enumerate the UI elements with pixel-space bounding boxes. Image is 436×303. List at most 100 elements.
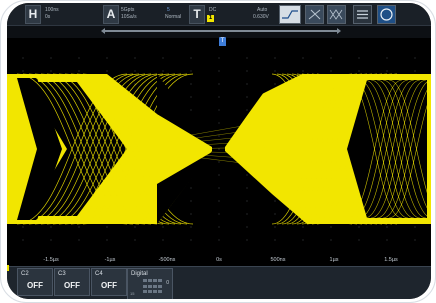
trigger-mode-value: Auto	[257, 7, 268, 13]
time-tick-label: 1µs	[329, 257, 339, 263]
grid-dot	[162, 239, 164, 241]
channel-c2-name: C2	[21, 271, 29, 277]
grid-dot	[190, 83, 192, 85]
grid-dot	[190, 57, 192, 59]
horizontal-scale-value: 100ns	[45, 7, 59, 13]
grid-dot	[302, 57, 304, 59]
menu-list-icon[interactable]	[353, 5, 372, 24]
grid-dot	[134, 226, 136, 228]
grid-dot	[386, 57, 388, 59]
grid-dot	[78, 239, 80, 241]
grid-dot	[106, 226, 108, 228]
waveform-display[interactable]	[7, 46, 431, 254]
grid-dot	[302, 239, 304, 241]
grid-dot	[218, 109, 220, 111]
grid-dot	[386, 226, 388, 228]
grid-dot	[78, 57, 80, 59]
channel1-indicator	[7, 265, 9, 271]
channel-c2-state: OFF	[27, 281, 43, 290]
grid-dot	[274, 200, 276, 202]
channel-c3-button[interactable]: C3 OFF	[54, 268, 90, 296]
grid-dot	[358, 57, 360, 59]
grid-dot	[414, 226, 416, 228]
scroll-right-icon[interactable]	[337, 28, 341, 34]
grid-dot	[414, 57, 416, 59]
grid-dot	[218, 96, 220, 98]
grid-dot	[50, 70, 52, 72]
grid-dot	[246, 213, 248, 215]
time-tick-label: 1.5µs	[384, 257, 398, 263]
time-tick-label: 500ns	[270, 257, 286, 263]
acquire-points-value: 5Gpts	[121, 7, 135, 13]
grid-dot	[386, 70, 388, 72]
grid-dot	[218, 161, 220, 163]
grid-dot	[134, 70, 136, 72]
channel-c3-name: C3	[58, 271, 66, 277]
digital-label: Digital	[131, 271, 148, 277]
waveform-canvas	[7, 57, 431, 241]
grid-dot	[22, 239, 24, 241]
acquire-extra-value: 5	[167, 7, 170, 13]
grid-dot	[218, 226, 220, 228]
grid-dot	[218, 83, 220, 85]
overview-bar[interactable]	[105, 30, 337, 32]
channel-c2-button[interactable]: C2 OFF	[17, 268, 53, 296]
grid-dot	[218, 135, 220, 137]
grid-dot	[134, 239, 136, 241]
trigger-settings-button[interactable]: T	[189, 5, 205, 24]
grid-dot	[246, 174, 248, 176]
grid-dot	[274, 226, 276, 228]
digital-channels-button[interactable]: Digital 0 15	[127, 268, 173, 299]
grid-dot	[106, 239, 108, 241]
grid-dot	[274, 83, 276, 85]
channel-c4-name: C4	[95, 271, 103, 277]
grid-dot	[274, 239, 276, 241]
trigger-coupling-value: DC	[209, 7, 217, 13]
grid-dot	[218, 187, 220, 189]
grid-dot	[246, 70, 248, 72]
grid-dot	[414, 70, 416, 72]
zoom-tool-icon[interactable]	[327, 5, 346, 24]
cursor-tool-icon[interactable]	[305, 5, 324, 24]
grid-dot	[302, 226, 304, 228]
time-tick-label: -500ns	[158, 257, 176, 263]
grid-dot	[190, 213, 192, 215]
grid-dot	[246, 83, 248, 85]
grid-dot	[50, 57, 52, 59]
horizontal-settings-button[interactable]: H	[25, 5, 41, 24]
grid-dot	[190, 187, 192, 189]
grid-dot	[162, 57, 164, 59]
grid-dot	[50, 226, 52, 228]
grid-dot	[190, 109, 192, 111]
channel-c4-button[interactable]: C4 OFF	[91, 268, 127, 296]
grid-dot	[50, 239, 52, 241]
grid-dot	[246, 57, 248, 59]
acquire-rate-value: 10Sa/s	[121, 14, 137, 20]
grid-dot	[106, 57, 108, 59]
digital-sub-label: 15	[130, 291, 135, 296]
grid-dot	[218, 213, 220, 215]
grid-dot	[218, 148, 220, 150]
grid-dot	[190, 70, 192, 72]
grid-dot	[218, 200, 220, 202]
trigger-slope-icon[interactable]	[279, 5, 301, 24]
grid-dot	[274, 70, 276, 72]
grid-dot	[246, 96, 248, 98]
time-tick-label: 0s	[216, 257, 222, 263]
grid-dot	[78, 226, 80, 228]
grid-dot	[246, 226, 248, 228]
grid-dot	[190, 96, 192, 98]
time-tick-label: -1µs	[104, 257, 116, 263]
grid-dot	[106, 70, 108, 72]
grid-dot	[218, 70, 220, 72]
grid-dot	[190, 239, 192, 241]
run-stop-icon[interactable]	[377, 5, 396, 24]
oscilloscope-screen: H 100ns 0s A 5Gpts 10Sa/s 5 Normal T DC …	[7, 3, 431, 299]
grid-dot	[330, 239, 332, 241]
digital-grid-icon	[143, 279, 163, 295]
grid-dot	[330, 70, 332, 72]
acquire-settings-button[interactable]: A	[103, 5, 119, 24]
grid-dot	[162, 226, 164, 228]
grid-dot	[358, 226, 360, 228]
grid-dot	[246, 109, 248, 111]
